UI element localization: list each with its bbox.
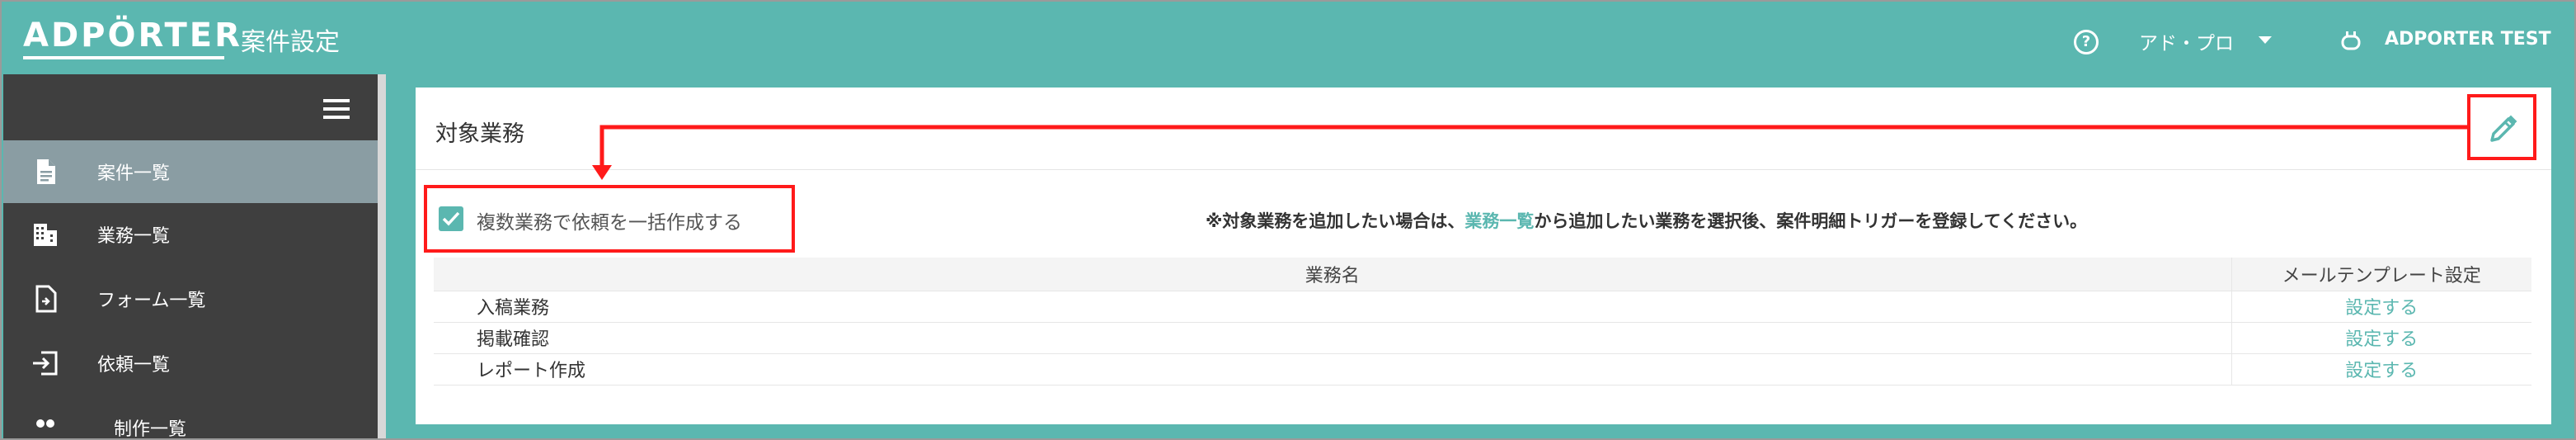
annotation-arrow — [592, 125, 2469, 180]
app-window: ADPÖRTER 案件設定 ? アド・プロ ADPORTER TEST 案件一覧 — [0, 0, 2576, 440]
